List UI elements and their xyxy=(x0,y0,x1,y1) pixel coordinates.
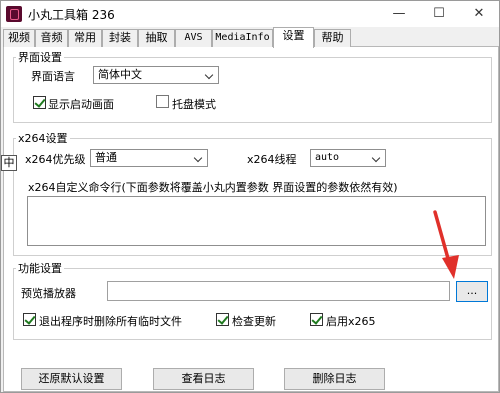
settings-panel: 界面设置 界面语言 简体中文 显示启动画面 托盘模式 x264设置 x264优先… xyxy=(3,47,499,392)
tab-bar: 视频 音频 常用 封装 抽取 AVS MediaInfo 设置 帮助 xyxy=(3,27,499,48)
ui-settings-title: 界面设置 xyxy=(16,49,64,65)
restore-defaults-button[interactable]: 还原默认设置 xyxy=(21,368,122,390)
tab-mediainfo[interactable]: MediaInfo xyxy=(212,29,273,47)
window-title: 小丸工具箱 236 xyxy=(28,8,115,22)
threads-select[interactable]: auto xyxy=(310,149,386,167)
enable-x265-label: 启用x265 xyxy=(326,315,376,328)
enable-x265-checkbox[interactable] xyxy=(310,313,323,326)
language-label: 界面语言 xyxy=(31,70,75,83)
app-icon xyxy=(6,6,22,22)
chevron-down-icon xyxy=(193,150,205,166)
show-splash-label: 显示启动画面 xyxy=(48,98,114,111)
tray-mode-label: 托盘模式 xyxy=(172,98,216,111)
tab-settings[interactable]: 设置 xyxy=(273,27,314,48)
view-log-button[interactable]: 查看日志 xyxy=(153,368,254,390)
browse-player-button[interactable]: ... xyxy=(456,281,488,302)
main-window: 小丸工具箱 236 — ☐ ✕ 视频 音频 常用 封装 抽取 AVS Media… xyxy=(0,0,500,393)
function-settings-title: 功能设置 xyxy=(16,260,64,276)
minimize-button[interactable]: — xyxy=(379,1,419,27)
priority-value: 普通 xyxy=(95,151,117,164)
ime-indicator[interactable]: 中 xyxy=(1,155,17,171)
tab-video[interactable]: 视频 xyxy=(3,29,35,47)
language-value: 简体中文 xyxy=(98,68,142,81)
language-select[interactable]: 简体中文 xyxy=(93,66,219,84)
player-path-input[interactable] xyxy=(107,281,450,301)
tab-common[interactable]: 常用 xyxy=(68,29,102,47)
priority-select[interactable]: 普通 xyxy=(90,149,208,167)
tab-extract[interactable]: 抽取 xyxy=(138,29,175,47)
threads-label: x264线程 xyxy=(247,153,297,166)
custom-cmd-label: x264自定义命令行(下面参数将覆盖小丸内置参数 界面设置的参数依然有效) xyxy=(28,181,398,194)
function-settings-group xyxy=(13,268,492,340)
player-label: 预览播放器 xyxy=(21,287,76,300)
maximize-button[interactable]: ☐ xyxy=(419,1,459,27)
check-update-checkbox[interactable] xyxy=(216,313,229,326)
tab-audio[interactable]: 音频 xyxy=(35,29,68,47)
tab-mux[interactable]: 封装 xyxy=(102,29,138,47)
ui-settings-group xyxy=(13,57,492,123)
custom-cmd-textarea[interactable] xyxy=(27,196,486,246)
x264-settings-title: x264设置 xyxy=(16,130,70,146)
delete-log-button[interactable]: 删除日志 xyxy=(284,368,385,390)
delete-temp-checkbox[interactable] xyxy=(23,313,36,326)
tab-help[interactable]: 帮助 xyxy=(314,29,351,47)
delete-temp-label: 退出程序时删除所有临时文件 xyxy=(39,315,182,328)
show-splash-checkbox[interactable] xyxy=(33,96,46,109)
priority-label: x264优先级 xyxy=(25,153,86,166)
threads-value: auto xyxy=(315,152,340,163)
chevron-down-icon xyxy=(204,67,216,83)
chevron-down-icon xyxy=(371,150,383,166)
check-update-label: 检查更新 xyxy=(232,315,276,328)
close-button[interactable]: ✕ xyxy=(459,1,499,27)
tray-mode-checkbox[interactable] xyxy=(156,95,169,108)
tab-avs[interactable]: AVS xyxy=(175,29,212,47)
title-bar: 小丸工具箱 236 — ☐ ✕ xyxy=(1,1,499,27)
